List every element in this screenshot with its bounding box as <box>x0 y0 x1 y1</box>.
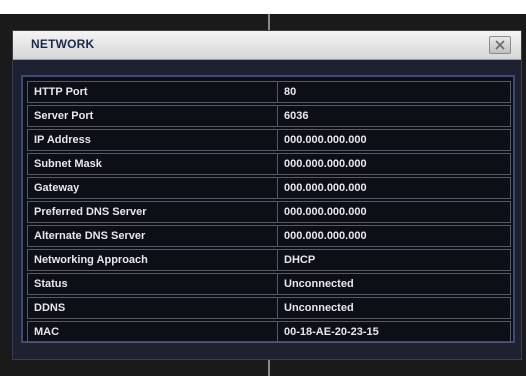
row-label: Server Port <box>34 110 94 122</box>
row-label: Subnet Mask <box>34 158 102 170</box>
row-label: MAC <box>34 326 60 338</box>
column-divider <box>277 322 278 342</box>
column-divider <box>277 274 278 294</box>
table-row-http-port: HTTP Port 80 <box>27 81 511 103</box>
column-divider <box>277 298 278 318</box>
table-row-preferred-dns: Preferred DNS Server 000.000.000.000 <box>27 201 511 223</box>
row-label: Alternate DNS Server <box>34 230 146 242</box>
row-label: Networking Approach <box>34 254 148 266</box>
top-margin <box>0 0 526 14</box>
close-button[interactable] <box>489 36 511 54</box>
row-label: Gateway <box>34 182 80 194</box>
dialog-titlebar[interactable]: NETWORK <box>13 31 521 60</box>
row-value: 00-18-AE-20-23-15 <box>284 326 379 338</box>
row-value: 6036 <box>284 110 309 122</box>
close-icon <box>495 40 505 50</box>
column-divider <box>277 178 278 198</box>
table-row-ddns: DDNS Unconnected <box>27 297 511 319</box>
row-value: 000.000.000.000 <box>284 134 367 146</box>
row-value: DHCP <box>284 254 316 266</box>
network-dialog: NETWORK HTTP Port 80 Server Port 6036 IP… <box>12 30 522 360</box>
table-row-ip-address: IP Address 000.000.000.000 <box>27 129 511 151</box>
table-row-status: Status Unconnected <box>27 273 511 295</box>
table-row-mac: MAC 00-18-AE-20-23-15 <box>27 321 511 343</box>
column-divider <box>277 154 278 174</box>
row-value: Unconnected <box>284 302 354 314</box>
row-label: Preferred DNS Server <box>34 206 147 218</box>
row-label: Status <box>34 278 68 290</box>
table-row-subnet-mask: Subnet Mask 000.000.000.000 <box>27 153 511 175</box>
column-divider <box>277 82 278 102</box>
network-info-table: HTTP Port 80 Server Port 6036 IP Address… <box>21 75 515 343</box>
column-divider <box>277 250 278 270</box>
row-label: HTTP Port <box>34 86 88 98</box>
table-row-alternate-dns: Alternate DNS Server 000.000.000.000 <box>27 225 511 247</box>
column-divider <box>277 130 278 150</box>
row-value: 000.000.000.000 <box>284 182 367 194</box>
column-divider <box>277 106 278 126</box>
row-value: 000.000.000.000 <box>284 158 367 170</box>
row-value: Unconnected <box>284 278 354 290</box>
bottom-margin <box>0 376 526 388</box>
row-value: 000.000.000.000 <box>284 230 367 242</box>
column-divider <box>277 202 278 222</box>
row-label: DDNS <box>34 302 66 314</box>
table-row-server-port: Server Port 6036 <box>27 105 511 127</box>
table-row-gateway: Gateway 000.000.000.000 <box>27 177 511 199</box>
row-value: 000.000.000.000 <box>284 206 367 218</box>
column-divider <box>277 226 278 246</box>
table-row-networking-approach: Networking Approach DHCP <box>27 249 511 271</box>
row-value: 80 <box>284 86 297 98</box>
dialog-title: NETWORK <box>31 37 95 51</box>
row-label: IP Address <box>34 134 91 146</box>
